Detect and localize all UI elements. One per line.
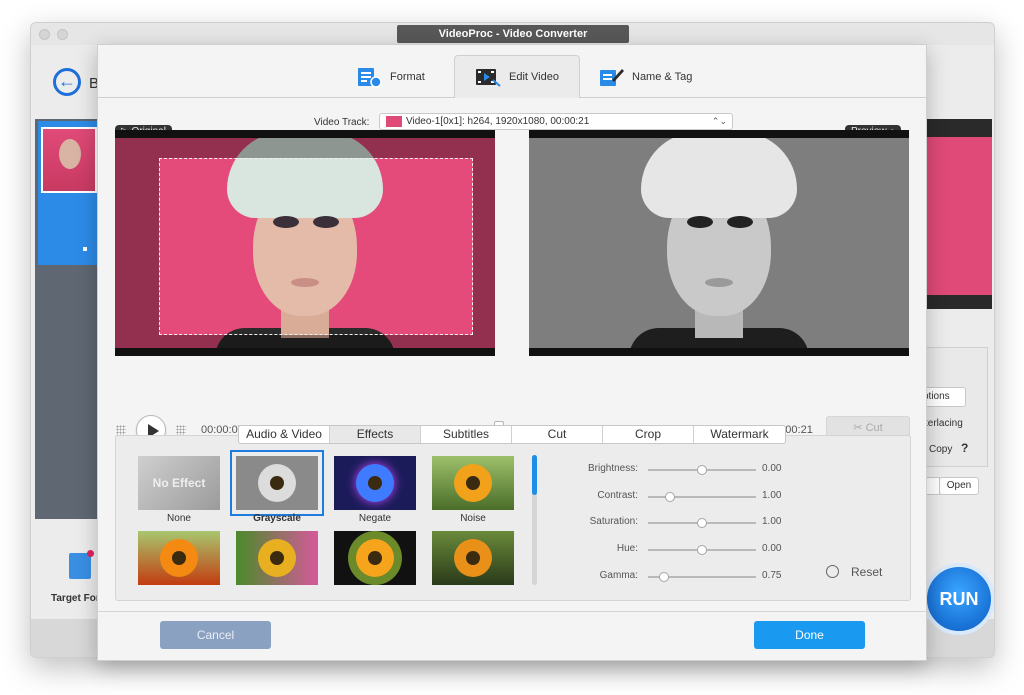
tab-format[interactable]: Format xyxy=(336,55,445,98)
chevron-updown-icon: ⌃⌄ xyxy=(711,116,727,126)
reset-button[interactable]: Reset xyxy=(826,565,882,579)
effect-thumbnail-8[interactable] xyxy=(432,531,514,585)
window-title: VideoProc - Video Converter xyxy=(397,25,629,43)
preview-video-pane xyxy=(529,130,909,356)
video-track-value: Video-1[0x1]: h264, 1920x1080, 00:00:21 xyxy=(406,116,590,127)
subtab-effects[interactable]: Effects xyxy=(330,426,421,443)
minimize-window-icon[interactable] xyxy=(57,29,68,40)
run-button[interactable]: RUN xyxy=(923,563,994,635)
gamma-knob[interactable] xyxy=(659,572,670,582)
contrast-row: Contrast: 1.00 xyxy=(568,490,828,504)
reset-label: Reset xyxy=(851,565,883,579)
gamma-value: 0.75 xyxy=(762,570,782,581)
subtab-watermark[interactable]: Watermark xyxy=(694,426,785,443)
saturation-row: Saturation: 1.00 xyxy=(568,516,828,530)
close-window-icon[interactable] xyxy=(39,29,50,40)
format-icon xyxy=(356,66,382,88)
effect-none-thumbnail[interactable]: No Effect xyxy=(138,456,220,510)
hue-slider[interactable] xyxy=(648,545,756,555)
gamma-row: Gamma: 0.75 xyxy=(568,570,828,584)
edit-video-icon xyxy=(475,66,501,88)
saturation-label: Saturation: xyxy=(589,516,638,527)
effect-negate-thumbnail[interactable] xyxy=(334,456,416,510)
effect-noise-thumbnail[interactable] xyxy=(432,456,514,510)
video-track-select[interactable]: Video-1[0x1]: h264, 1920x1080, 00:00:21 … xyxy=(379,113,733,130)
gamma-slider[interactable] xyxy=(648,572,756,582)
brightness-knob[interactable] xyxy=(697,465,707,475)
contrast-slider[interactable] xyxy=(648,492,756,502)
original-video-pane[interactable] xyxy=(115,130,495,356)
track-thumbnail xyxy=(386,116,402,127)
gamma-label: Gamma: xyxy=(599,570,638,581)
effect-thumbnail-5[interactable] xyxy=(138,531,220,585)
hue-value: 0.00 xyxy=(762,543,782,554)
effect-grayscale-thumbnail[interactable] xyxy=(230,450,324,516)
brightness-row: Brightness: 0.00 xyxy=(568,463,828,477)
brightness-label: Brightness: xyxy=(587,463,638,474)
contrast-knob[interactable] xyxy=(664,492,675,502)
cancel-button[interactable]: Cancel xyxy=(160,621,271,649)
edit-video-dialog: Format Edit Video Name & Tag Video Track… xyxy=(97,44,927,661)
subtab-crop[interactable]: Crop xyxy=(603,426,694,443)
video-track-label: Video Track: xyxy=(314,117,370,128)
done-button[interactable]: Done xyxy=(754,621,865,649)
saturation-knob[interactable] xyxy=(697,518,707,528)
effect-thumbnail-7[interactable] xyxy=(334,531,416,585)
brightness-value: 0.00 xyxy=(762,463,782,474)
open-folder-button[interactable]: Open xyxy=(939,477,979,495)
deinterlacing-label: terlacing xyxy=(925,418,963,429)
hue-knob[interactable] xyxy=(697,545,707,555)
effect-none-label: None xyxy=(167,513,191,524)
hue-label: Hue: xyxy=(616,543,638,554)
target-format-icon[interactable] xyxy=(69,550,94,579)
tab-name-tag-label: Name & Tag xyxy=(632,70,693,83)
dialog-tab-bar: Format Edit Video Name & Tag xyxy=(98,45,926,98)
subtab-subtitles[interactable]: Subtitles xyxy=(421,426,512,443)
preview-video-subject xyxy=(619,138,819,348)
original-video-frame xyxy=(115,138,495,348)
preview-video-frame xyxy=(529,138,909,348)
tab-edit-video[interactable]: Edit Video xyxy=(454,55,580,98)
effect-grayscale-label: Grayscale xyxy=(253,513,301,524)
help-icon[interactable]: ? xyxy=(961,441,968,455)
video-file-thumbnail xyxy=(41,127,97,193)
effects-scrollbar-thumb[interactable] xyxy=(532,455,537,495)
tab-format-label: Format xyxy=(390,70,425,83)
browse-button[interactable] xyxy=(926,477,940,495)
target-format-label: Target For xyxy=(51,593,100,604)
edit-sub-tabs: Audio & Video Effects Subtitles Cut Crop… xyxy=(238,425,786,444)
auto-copy-label: Copy xyxy=(929,444,953,455)
reset-icon xyxy=(826,565,839,578)
brightness-slider[interactable] xyxy=(648,465,756,475)
effect-noise-label: Noise xyxy=(460,513,486,524)
tab-name-tag[interactable]: Name & Tag xyxy=(578,55,712,98)
window-titlebar: VideoProc - Video Converter xyxy=(31,23,994,45)
tab-edit-video-label: Edit Video xyxy=(509,71,559,83)
name-tag-icon xyxy=(598,66,624,88)
hue-row: Hue: 0.00 xyxy=(568,543,828,557)
effect-negate-label: Negate xyxy=(358,513,392,524)
contrast-value: 1.00 xyxy=(762,490,782,501)
subtab-audio-video[interactable]: Audio & Video xyxy=(239,426,330,443)
saturation-slider[interactable] xyxy=(648,518,756,528)
contrast-label: Contrast: xyxy=(597,490,638,501)
crop-frame[interactable] xyxy=(159,158,473,335)
saturation-value: 1.00 xyxy=(762,516,782,527)
footer-divider xyxy=(98,611,926,612)
subtab-cut[interactable]: Cut xyxy=(512,426,603,443)
output-preview-thumbnail xyxy=(926,119,992,309)
effect-thumbnail-6[interactable] xyxy=(236,531,318,585)
back-arrow-icon[interactable]: ← xyxy=(53,68,81,96)
file-card-dot xyxy=(83,247,87,251)
